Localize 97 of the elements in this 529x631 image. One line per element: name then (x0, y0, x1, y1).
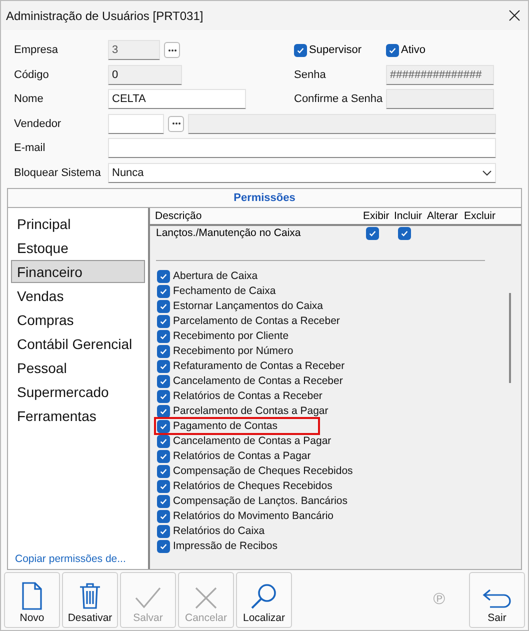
registered-mark: ℗ (433, 591, 445, 609)
checkbox[interactable] (157, 404, 170, 418)
category-item[interactable]: Vendas (11, 284, 145, 307)
checkbox[interactable] (157, 270, 170, 282)
permission-row[interactable]: Relatórios do Movimento Bancário (156, 509, 374, 523)
column-title: Alterar (427, 210, 459, 222)
checkmark-icon (388, 46, 397, 55)
category-item[interactable]: Ferramentas (11, 404, 145, 427)
field-label: Confirme a Senha (294, 93, 384, 106)
category-item[interactable]: Pessoal (11, 356, 145, 379)
checkbox[interactable] (157, 314, 170, 328)
lookup-button[interactable] (168, 116, 184, 132)
field-label: Vendedor (14, 118, 62, 130)
input-field[interactable] (108, 114, 164, 134)
field-label: E-mail (14, 142, 46, 154)
category-item[interactable]: Compras (11, 308, 145, 331)
input-field[interactable]: 3 (108, 40, 160, 60)
field-label: Senha (294, 68, 327, 81)
copy-permissions-link[interactable]: Copiar permissões de... (11, 553, 145, 565)
permission-row[interactable]: Relatórios de Contas a Receber (156, 389, 362, 403)
checkbox[interactable] (157, 450, 170, 462)
checkbox[interactable] (157, 510, 170, 522)
checkbox[interactable] (157, 420, 170, 432)
toolbar-button[interactable]: Localizar (236, 572, 292, 628)
checkbox[interactable] (157, 300, 170, 312)
document-icon (21, 582, 43, 610)
chevron-down-icon (482, 170, 492, 176)
category-item[interactable]: Financeiro (11, 260, 145, 283)
close-icon (194, 586, 218, 610)
permission-row[interactable]: Pagamento de Contas (156, 419, 318, 433)
password-field[interactable]: ############### (386, 64, 494, 85)
input-field[interactable] (108, 138, 496, 158)
checkbox[interactable] (157, 360, 170, 372)
ellipsis-icon (172, 122, 180, 126)
checkmark-icon (400, 229, 409, 238)
category-item[interactable]: Contábil Gerencial (11, 332, 145, 355)
permission-row[interactable]: Estornar Lançamentos do Caixa (156, 299, 363, 313)
column-title: Descrição (155, 210, 203, 222)
toolbar-button[interactable]: Novo (4, 572, 60, 628)
column-title: Incluir (394, 210, 424, 222)
checkbox[interactable] (157, 284, 170, 298)
category-item[interactable]: Principal (11, 212, 145, 235)
checkbox[interactable] (157, 374, 170, 388)
permission-row[interactable]: Compensação de Cheques Recebidos (156, 464, 393, 478)
search-icon (250, 582, 278, 610)
return-arrow-icon (482, 588, 512, 610)
window-title: Administração de Usuários [PRT031] (6, 8, 204, 22)
ellipsis-icon (168, 48, 176, 52)
category-item[interactable]: Estoque (11, 236, 145, 259)
scrollbar-thumb[interactable] (509, 293, 511, 383)
password-field[interactable] (386, 89, 494, 110)
permission-row[interactable]: Parcelamento de Contas a Receber (156, 314, 380, 328)
permission-label: Lançtos./Manutenção no Caixa (156, 227, 302, 239)
checkbox[interactable]: Supervisor (294, 44, 386, 57)
checkbox[interactable] (398, 227, 411, 240)
checkmark-icon (368, 229, 377, 238)
permission-row[interactable]: Refaturamento de Contas a Receber (156, 359, 385, 373)
dropdown[interactable]: Nunca (108, 162, 496, 183)
category-item[interactable]: Supermercado (11, 380, 145, 403)
permission-row[interactable]: Relatórios de Cheques Recebidos (156, 479, 372, 493)
input-field[interactable]: CELTA (108, 89, 246, 110)
close-icon[interactable] (509, 10, 520, 21)
checkbox[interactable] (157, 390, 170, 402)
checkbox[interactable]: Ativo (386, 44, 496, 57)
checkbox[interactable] (157, 480, 170, 492)
checkbox[interactable] (157, 494, 170, 508)
checkmark-icon (296, 46, 305, 55)
checkbox[interactable] (157, 524, 170, 538)
column-title: Exibir (363, 210, 390, 222)
permission-row[interactable]: Cancelamento de Contas a Receber (156, 374, 383, 388)
permission-row[interactable]: Impressão de Recibos (156, 539, 318, 553)
permission-row[interactable]: Recebimento por Número (156, 344, 334, 358)
permission-row[interactable]: Cancelamento de Contas a Pagar (156, 434, 372, 448)
checkbox[interactable] (366, 227, 379, 240)
toolbar-button[interactable]: Desativar (62, 572, 118, 628)
input-field[interactable]: 0 (108, 64, 182, 85)
column-title: Excluir (464, 210, 497, 222)
checkbox[interactable] (157, 434, 170, 448)
field-label: Código (14, 68, 50, 81)
lookup-button[interactable] (164, 42, 180, 58)
checkbox[interactable] (157, 540, 170, 552)
permission-row[interactable]: Relatórios do Caixa (156, 524, 305, 538)
permission-row[interactable]: Fechamento de Caixa (156, 284, 316, 298)
field-label: Nome (14, 93, 44, 106)
checkbox[interactable] (157, 464, 170, 478)
permission-row[interactable]: Recebimento por Cliente (156, 329, 329, 343)
field-label: Empresa (14, 44, 60, 56)
checkmark-icon (134, 586, 162, 610)
permission-row[interactable]: Parcelamento de Contas a Pagar (156, 404, 368, 418)
permission-row[interactable]: Relatórios de Contas a Pagar (156, 449, 351, 463)
trash-icon (79, 582, 101, 610)
permission-row[interactable]: Abertura de Caixa (156, 269, 298, 283)
field-label: Bloquear Sistema (14, 166, 102, 179)
checkbox[interactable] (157, 330, 170, 342)
permission-row[interactable]: Compensação de Lançtos. Bancários (156, 494, 388, 508)
checkbox[interactable] (157, 344, 170, 358)
exit-button[interactable]: Sair (469, 572, 525, 628)
